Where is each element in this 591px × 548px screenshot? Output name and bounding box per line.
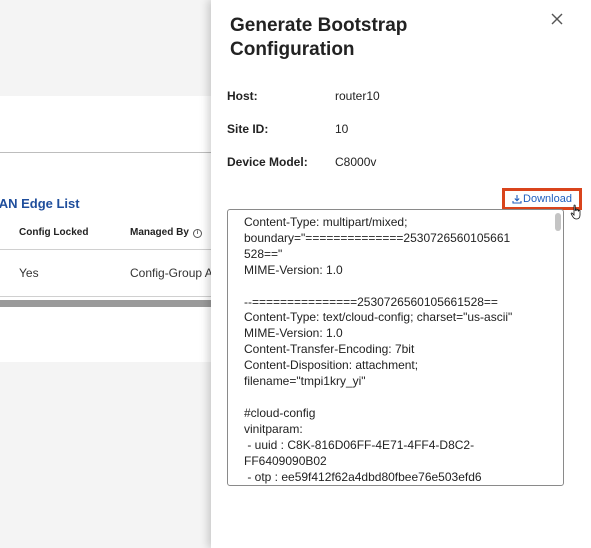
edge-list-title[interactable]: VAN Edge List — [0, 196, 80, 211]
cell-managed-by: Config-Group A — [130, 266, 213, 280]
site-id-label: Site ID: — [227, 122, 269, 136]
table-header-divider — [0, 249, 240, 250]
bootstrap-config-drawer: Generate Bootstrap Configuration Host: r… — [211, 0, 591, 548]
drawer-title: Generate Bootstrap Configuration — [230, 15, 408, 60]
config-scrollbar[interactable] — [555, 212, 561, 483]
close-icon — [551, 13, 563, 25]
column-header-managed-by[interactable]: Managed By i — [130, 227, 202, 238]
config-content: Content-Type: multipart/mixed; boundary=… — [244, 215, 513, 484]
site-id-value: 10 — [335, 122, 349, 136]
divider — [0, 152, 240, 153]
column-header-managed-by-label: Managed By — [130, 227, 189, 238]
close-button[interactable] — [547, 9, 567, 29]
horizontal-scrollbar[interactable] — [0, 300, 240, 307]
device-model-value: C8000v — [335, 155, 377, 169]
download-label: Download — [523, 193, 572, 205]
device-model-label: Device Model: — [227, 155, 308, 169]
hand-cursor-icon — [570, 204, 581, 220]
cell-config-locked: Yes — [19, 266, 39, 280]
config-scrollbar-thumb[interactable] — [555, 213, 561, 231]
info-icon[interactable]: i — [192, 229, 202, 238]
table-row-divider — [0, 296, 240, 297]
host-value: router10 — [335, 89, 380, 103]
host-label: Host: — [227, 89, 258, 103]
download-icon — [512, 195, 522, 204]
column-header-config-locked[interactable]: Config Locked — [19, 227, 88, 238]
config-textarea[interactable]: Content-Type: multipart/mixed; boundary=… — [227, 209, 564, 486]
